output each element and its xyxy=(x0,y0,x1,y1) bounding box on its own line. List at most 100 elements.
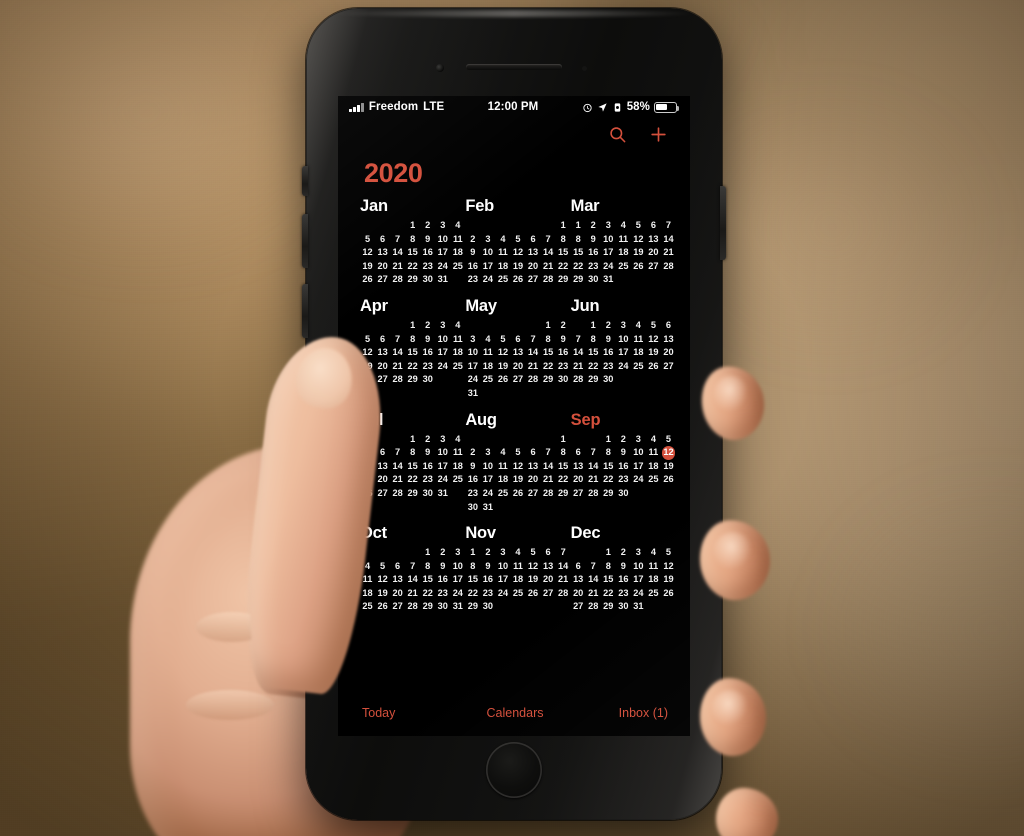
day-cell[interactable]: 23 xyxy=(435,587,450,601)
day-cell[interactable]: 27 xyxy=(375,487,390,501)
day-cell[interactable]: 1 xyxy=(601,433,616,447)
day-cell[interactable]: 26 xyxy=(360,273,375,287)
day-cell[interactable]: 6 xyxy=(661,319,676,333)
day-cell[interactable]: 27 xyxy=(646,260,661,274)
day-cell[interactable]: 26 xyxy=(631,260,646,274)
day-cell[interactable]: 20 xyxy=(510,360,525,374)
day-cell[interactable]: 29 xyxy=(586,373,601,387)
day-cell[interactable]: 7 xyxy=(541,446,556,460)
day-cell[interactable]: 28 xyxy=(541,487,556,501)
day-cell[interactable]: 27 xyxy=(571,600,586,614)
day-cell[interactable]: 24 xyxy=(435,260,450,274)
day-cell[interactable]: 15 xyxy=(541,346,556,360)
day-cell[interactable]: 13 xyxy=(526,246,541,260)
day-cell[interactable]: 8 xyxy=(405,333,420,347)
day-cell[interactable]: 18 xyxy=(646,573,661,587)
day-cell[interactable]: 6 xyxy=(526,233,541,247)
day-cell[interactable]: 28 xyxy=(586,600,601,614)
day-cell[interactable]: 11 xyxy=(480,346,495,360)
day-cell[interactable]: 14 xyxy=(526,346,541,360)
day-cell[interactable]: 20 xyxy=(571,473,586,487)
day-cell[interactable]: 6 xyxy=(541,546,556,560)
day-cell[interactable]: 14 xyxy=(541,460,556,474)
day-cell[interactable]: 19 xyxy=(661,460,676,474)
search-icon[interactable] xyxy=(608,125,627,149)
day-cell[interactable]: 19 xyxy=(510,473,525,487)
day-cell[interactable]: 16 xyxy=(420,346,435,360)
day-cell[interactable]: 10 xyxy=(450,560,465,574)
day-cell[interactable]: 9 xyxy=(556,333,571,347)
day-cell[interactable]: 11 xyxy=(495,460,510,474)
day-cell[interactable]: 22 xyxy=(601,587,616,601)
day-cell[interactable]: 31 xyxy=(601,273,616,287)
day-cell[interactable]: 14 xyxy=(586,573,601,587)
day-cell[interactable]: 4 xyxy=(495,446,510,460)
day-cell[interactable]: 5 xyxy=(646,319,661,333)
day-cell[interactable]: 20 xyxy=(541,573,556,587)
day-cell[interactable]: 21 xyxy=(661,246,676,260)
day-cell[interactable]: 27 xyxy=(390,600,405,614)
day-cell[interactable]: 3 xyxy=(435,433,450,447)
day-cell[interactable]: 16 xyxy=(616,460,631,474)
day-cell[interactable]: 15 xyxy=(556,246,571,260)
day-cell[interactable]: 8 xyxy=(556,233,571,247)
day-cell[interactable]: 6 xyxy=(571,446,586,460)
day-cell[interactable]: 9 xyxy=(420,446,435,460)
day-cell[interactable]: 5 xyxy=(495,333,510,347)
day-cell[interactable]: 12 xyxy=(631,233,646,247)
day-cell[interactable]: 28 xyxy=(556,587,571,601)
month-oct[interactable]: Oct 1 2 3 4 5 6 7 8 9 10 11 12 13 14 15 16 17 18 19 20 21 22 23… xyxy=(360,524,465,614)
day-cell[interactable]: 1 xyxy=(541,319,556,333)
day-cell[interactable]: 24 xyxy=(495,587,510,601)
day-cell[interactable]: 23 xyxy=(616,473,631,487)
day-cell[interactable]: 23 xyxy=(480,587,495,601)
day-cell[interactable]: 20 xyxy=(646,246,661,260)
day-cell[interactable]: 2 xyxy=(556,319,571,333)
day-cell[interactable]: 1 xyxy=(601,546,616,560)
day-cell[interactable]: 11 xyxy=(450,446,465,460)
day-cell[interactable]: 9 xyxy=(480,560,495,574)
day-cell[interactable]: 2 xyxy=(465,233,480,247)
day-cell[interactable]: 3 xyxy=(601,219,616,233)
day-cell[interactable]: 6 xyxy=(646,219,661,233)
day-cell[interactable]: 13 xyxy=(390,573,405,587)
day-cell[interactable]: 11 xyxy=(646,560,661,574)
day-cell[interactable]: 4 xyxy=(450,319,465,333)
day-cell[interactable]: 9 xyxy=(420,233,435,247)
day-cell[interactable]: 16 xyxy=(556,346,571,360)
day-cell[interactable]: 27 xyxy=(661,360,676,374)
day-cell[interactable]: 3 xyxy=(480,446,495,460)
home-button[interactable] xyxy=(486,742,542,798)
day-cell[interactable]: 13 xyxy=(646,233,661,247)
day-cell[interactable]: 17 xyxy=(480,260,495,274)
day-cell[interactable]: 13 xyxy=(526,460,541,474)
day-cell[interactable]: 30 xyxy=(480,600,495,614)
day-cell[interactable]: 8 xyxy=(465,560,480,574)
day-cell[interactable]: 21 xyxy=(541,260,556,274)
day-cell[interactable]: 8 xyxy=(420,560,435,574)
day-cell[interactable]: 9 xyxy=(465,246,480,260)
day-cell[interactable]: 20 xyxy=(661,346,676,360)
day-cell[interactable]: 24 xyxy=(631,473,646,487)
day-cell[interactable]: 3 xyxy=(435,319,450,333)
day-cell[interactable]: 12 xyxy=(510,246,525,260)
day-cell[interactable]: 9 xyxy=(601,333,616,347)
day-cell[interactable]: 14 xyxy=(541,246,556,260)
day-cell[interactable]: 6 xyxy=(571,560,586,574)
day-cell[interactable]: 27 xyxy=(375,373,390,387)
day-cell[interactable]: 24 xyxy=(435,473,450,487)
day-cell[interactable]: 10 xyxy=(601,233,616,247)
power-button[interactable] xyxy=(720,186,726,260)
day-cell[interactable]: 21 xyxy=(571,360,586,374)
day-cell[interactable]: 30 xyxy=(556,373,571,387)
day-cell[interactable]: 18 xyxy=(646,460,661,474)
day-cell[interactable]: 11 xyxy=(631,333,646,347)
day-cell[interactable]: 7 xyxy=(405,560,420,574)
day-cell[interactable]: 12 xyxy=(510,460,525,474)
day-cell[interactable]: 23 xyxy=(601,360,616,374)
day-cell[interactable]: 14 xyxy=(390,246,405,260)
day-cell[interactable]: 1 xyxy=(586,319,601,333)
day-cell[interactable]: 18 xyxy=(616,246,631,260)
day-cell[interactable]: 3 xyxy=(631,433,646,447)
day-cell[interactable]: 25 xyxy=(510,587,525,601)
